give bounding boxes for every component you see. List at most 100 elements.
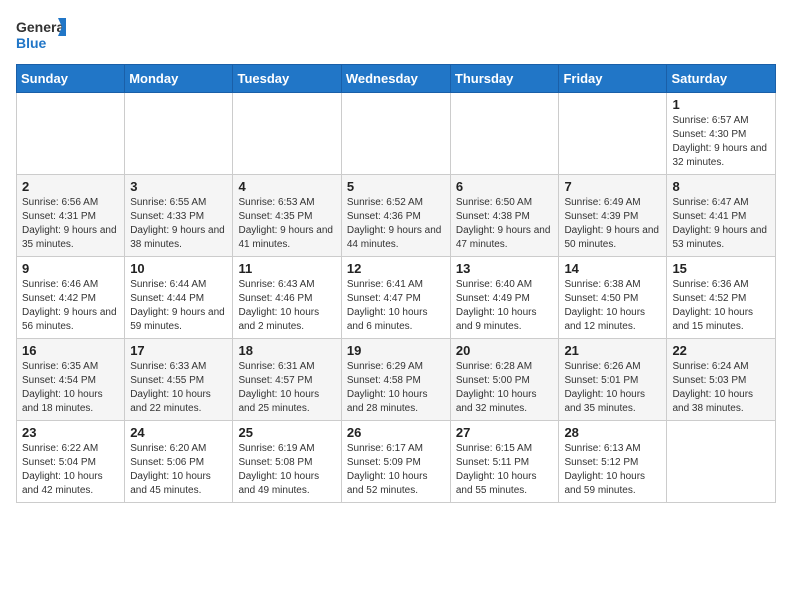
day-number: 19 — [347, 343, 445, 358]
day-info: Sunrise: 6:36 AM Sunset: 4:52 PM Dayligh… — [672, 278, 770, 334]
day-cell: 19 Sunrise: 6:29 AM Sunset: 4:58 PM Dayli… — [341, 339, 450, 421]
day-cell: 27 Sunrise: 6:15 AM Sunset: 5:11 PM Dayli… — [450, 421, 559, 503]
day-number: 20 — [456, 343, 554, 358]
day-info: Sunrise: 6:22 AM Sunset: 5:04 PM Dayligh… — [22, 442, 119, 498]
day-cell: 10 Sunrise: 6:44 AM Sunset: 4:44 PM Dayli… — [125, 257, 233, 339]
weekday-monday: Monday — [125, 65, 233, 93]
day-cell: 16Sunrise: 6:35 AM Sunset: 4:54 PM Dayli… — [17, 339, 125, 421]
day-info: Sunrise: 6:52 AM Sunset: 4:36 PM Dayligh… — [347, 196, 445, 252]
week-row-5: 23 Sunrise: 6:22 AM Sunset: 5:04 PM Dayli… — [17, 421, 776, 503]
day-number: 23 — [22, 425, 119, 440]
day-info: Sunrise: 6:26 AM Sunset: 5:01 PM Dayligh… — [564, 360, 661, 416]
day-number: 13 — [456, 261, 554, 276]
day-number: 7 — [564, 179, 661, 194]
day-number: 3 — [130, 179, 227, 194]
day-cell: 26 Sunrise: 6:17 AM Sunset: 5:09 PM Dayli… — [341, 421, 450, 503]
day-number: 8 — [672, 179, 770, 194]
day-cell: 15 Sunrise: 6:36 AM Sunset: 4:52 PM Dayli… — [667, 257, 776, 339]
weekday-friday: Friday — [559, 65, 667, 93]
day-cell: 28Sunrise: 6:13 AM Sunset: 5:12 PM Dayli… — [559, 421, 667, 503]
day-cell: 18 Sunrise: 6:31 AM Sunset: 4:57 PM Dayli… — [233, 339, 341, 421]
day-cell — [559, 93, 667, 175]
day-info: Sunrise: 6:33 AM Sunset: 4:55 PM Dayligh… — [130, 360, 227, 416]
day-cell — [341, 93, 450, 175]
day-info: Sunrise: 6:31 AM Sunset: 4:57 PM Dayligh… — [238, 360, 335, 416]
day-number: 2 — [22, 179, 119, 194]
day-number: 14 — [564, 261, 661, 276]
day-info: Sunrise: 6:50 AM Sunset: 4:38 PM Dayligh… — [456, 196, 554, 252]
day-number: 9 — [22, 261, 119, 276]
day-info: Sunrise: 6:46 AM Sunset: 4:42 PM Dayligh… — [22, 278, 119, 334]
day-info: Sunrise: 6:55 AM Sunset: 4:33 PM Dayligh… — [130, 196, 227, 252]
day-cell: 13 Sunrise: 6:40 AM Sunset: 4:49 PM Dayli… — [450, 257, 559, 339]
day-cell — [233, 93, 341, 175]
week-row-4: 16Sunrise: 6:35 AM Sunset: 4:54 PM Dayli… — [17, 339, 776, 421]
day-number: 6 — [456, 179, 554, 194]
weekday-wednesday: Wednesday — [341, 65, 450, 93]
day-info: Sunrise: 6:28 AM Sunset: 5:00 PM Dayligh… — [456, 360, 554, 416]
week-row-1: 1 Sunrise: 6:57 AM Sunset: 4:30 PM Daylig… — [17, 93, 776, 175]
day-number: 15 — [672, 261, 770, 276]
day-cell: 22 Sunrise: 6:24 AM Sunset: 5:03 PM Dayli… — [667, 339, 776, 421]
day-cell: 12Sunrise: 6:41 AM Sunset: 4:47 PM Dayli… — [341, 257, 450, 339]
day-info: Sunrise: 6:19 AM Sunset: 5:08 PM Dayligh… — [238, 442, 335, 498]
day-info: Sunrise: 6:56 AM Sunset: 4:31 PM Dayligh… — [22, 196, 119, 252]
day-cell: 6 Sunrise: 6:50 AM Sunset: 4:38 PM Daylig… — [450, 175, 559, 257]
logo-svg: GeneralBlue — [16, 16, 66, 54]
day-number: 17 — [130, 343, 227, 358]
day-info: Sunrise: 6:35 AM Sunset: 4:54 PM Dayligh… — [22, 360, 119, 416]
day-cell: 23 Sunrise: 6:22 AM Sunset: 5:04 PM Dayli… — [17, 421, 125, 503]
day-cell: 8 Sunrise: 6:47 AM Sunset: 4:41 PM Daylig… — [667, 175, 776, 257]
day-cell — [667, 421, 776, 503]
weekday-header-row: SundayMondayTuesdayWednesdayThursdayFrid… — [17, 65, 776, 93]
day-cell: 2 Sunrise: 6:56 AM Sunset: 4:31 PM Daylig… — [17, 175, 125, 257]
day-number: 22 — [672, 343, 770, 358]
day-number: 28 — [564, 425, 661, 440]
day-number: 5 — [347, 179, 445, 194]
weekday-thursday: Thursday — [450, 65, 559, 93]
day-info: Sunrise: 6:53 AM Sunset: 4:35 PM Dayligh… — [238, 196, 335, 252]
day-info: Sunrise: 6:57 AM Sunset: 4:30 PM Dayligh… — [672, 114, 770, 170]
day-cell — [17, 93, 125, 175]
day-number: 10 — [130, 261, 227, 276]
calendar-table: SundayMondayTuesdayWednesdayThursdayFrid… — [16, 64, 776, 503]
day-info: Sunrise: 6:49 AM Sunset: 4:39 PM Dayligh… — [564, 196, 661, 252]
header: GeneralBlue — [16, 16, 776, 54]
day-info: Sunrise: 6:17 AM Sunset: 5:09 PM Dayligh… — [347, 442, 445, 498]
weekday-saturday: Saturday — [667, 65, 776, 93]
day-cell: 9 Sunrise: 6:46 AM Sunset: 4:42 PM Daylig… — [17, 257, 125, 339]
day-number: 11 — [238, 261, 335, 276]
day-number: 24 — [130, 425, 227, 440]
day-cell: 17 Sunrise: 6:33 AM Sunset: 4:55 PM Dayli… — [125, 339, 233, 421]
day-number: 12 — [347, 261, 445, 276]
day-info: Sunrise: 6:47 AM Sunset: 4:41 PM Dayligh… — [672, 196, 770, 252]
day-cell: 3 Sunrise: 6:55 AM Sunset: 4:33 PM Daylig… — [125, 175, 233, 257]
day-info: Sunrise: 6:40 AM Sunset: 4:49 PM Dayligh… — [456, 278, 554, 334]
day-info: Sunrise: 6:29 AM Sunset: 4:58 PM Dayligh… — [347, 360, 445, 416]
day-number: 4 — [238, 179, 335, 194]
weekday-sunday: Sunday — [17, 65, 125, 93]
day-info: Sunrise: 6:20 AM Sunset: 5:06 PM Dayligh… — [130, 442, 227, 498]
day-number: 21 — [564, 343, 661, 358]
day-cell: 4 Sunrise: 6:53 AM Sunset: 4:35 PM Daylig… — [233, 175, 341, 257]
day-number: 25 — [238, 425, 335, 440]
day-cell — [450, 93, 559, 175]
week-row-2: 2 Sunrise: 6:56 AM Sunset: 4:31 PM Daylig… — [17, 175, 776, 257]
svg-text:Blue: Blue — [16, 35, 47, 51]
day-cell — [125, 93, 233, 175]
day-cell: 25 Sunrise: 6:19 AM Sunset: 5:08 PM Dayli… — [233, 421, 341, 503]
day-cell: 14 Sunrise: 6:38 AM Sunset: 4:50 PM Dayli… — [559, 257, 667, 339]
day-info: Sunrise: 6:44 AM Sunset: 4:44 PM Dayligh… — [130, 278, 227, 334]
day-number: 27 — [456, 425, 554, 440]
logo: GeneralBlue — [16, 16, 66, 54]
day-number: 18 — [238, 343, 335, 358]
day-number: 26 — [347, 425, 445, 440]
day-cell: 24 Sunrise: 6:20 AM Sunset: 5:06 PM Dayli… — [125, 421, 233, 503]
week-row-3: 9 Sunrise: 6:46 AM Sunset: 4:42 PM Daylig… — [17, 257, 776, 339]
day-info: Sunrise: 6:15 AM Sunset: 5:11 PM Dayligh… — [456, 442, 554, 498]
day-info: Sunrise: 6:24 AM Sunset: 5:03 PM Dayligh… — [672, 360, 770, 416]
day-cell: 5 Sunrise: 6:52 AM Sunset: 4:36 PM Daylig… — [341, 175, 450, 257]
day-cell: 1 Sunrise: 6:57 AM Sunset: 4:30 PM Daylig… — [667, 93, 776, 175]
day-number: 1 — [672, 97, 770, 112]
day-info: Sunrise: 6:38 AM Sunset: 4:50 PM Dayligh… — [564, 278, 661, 334]
